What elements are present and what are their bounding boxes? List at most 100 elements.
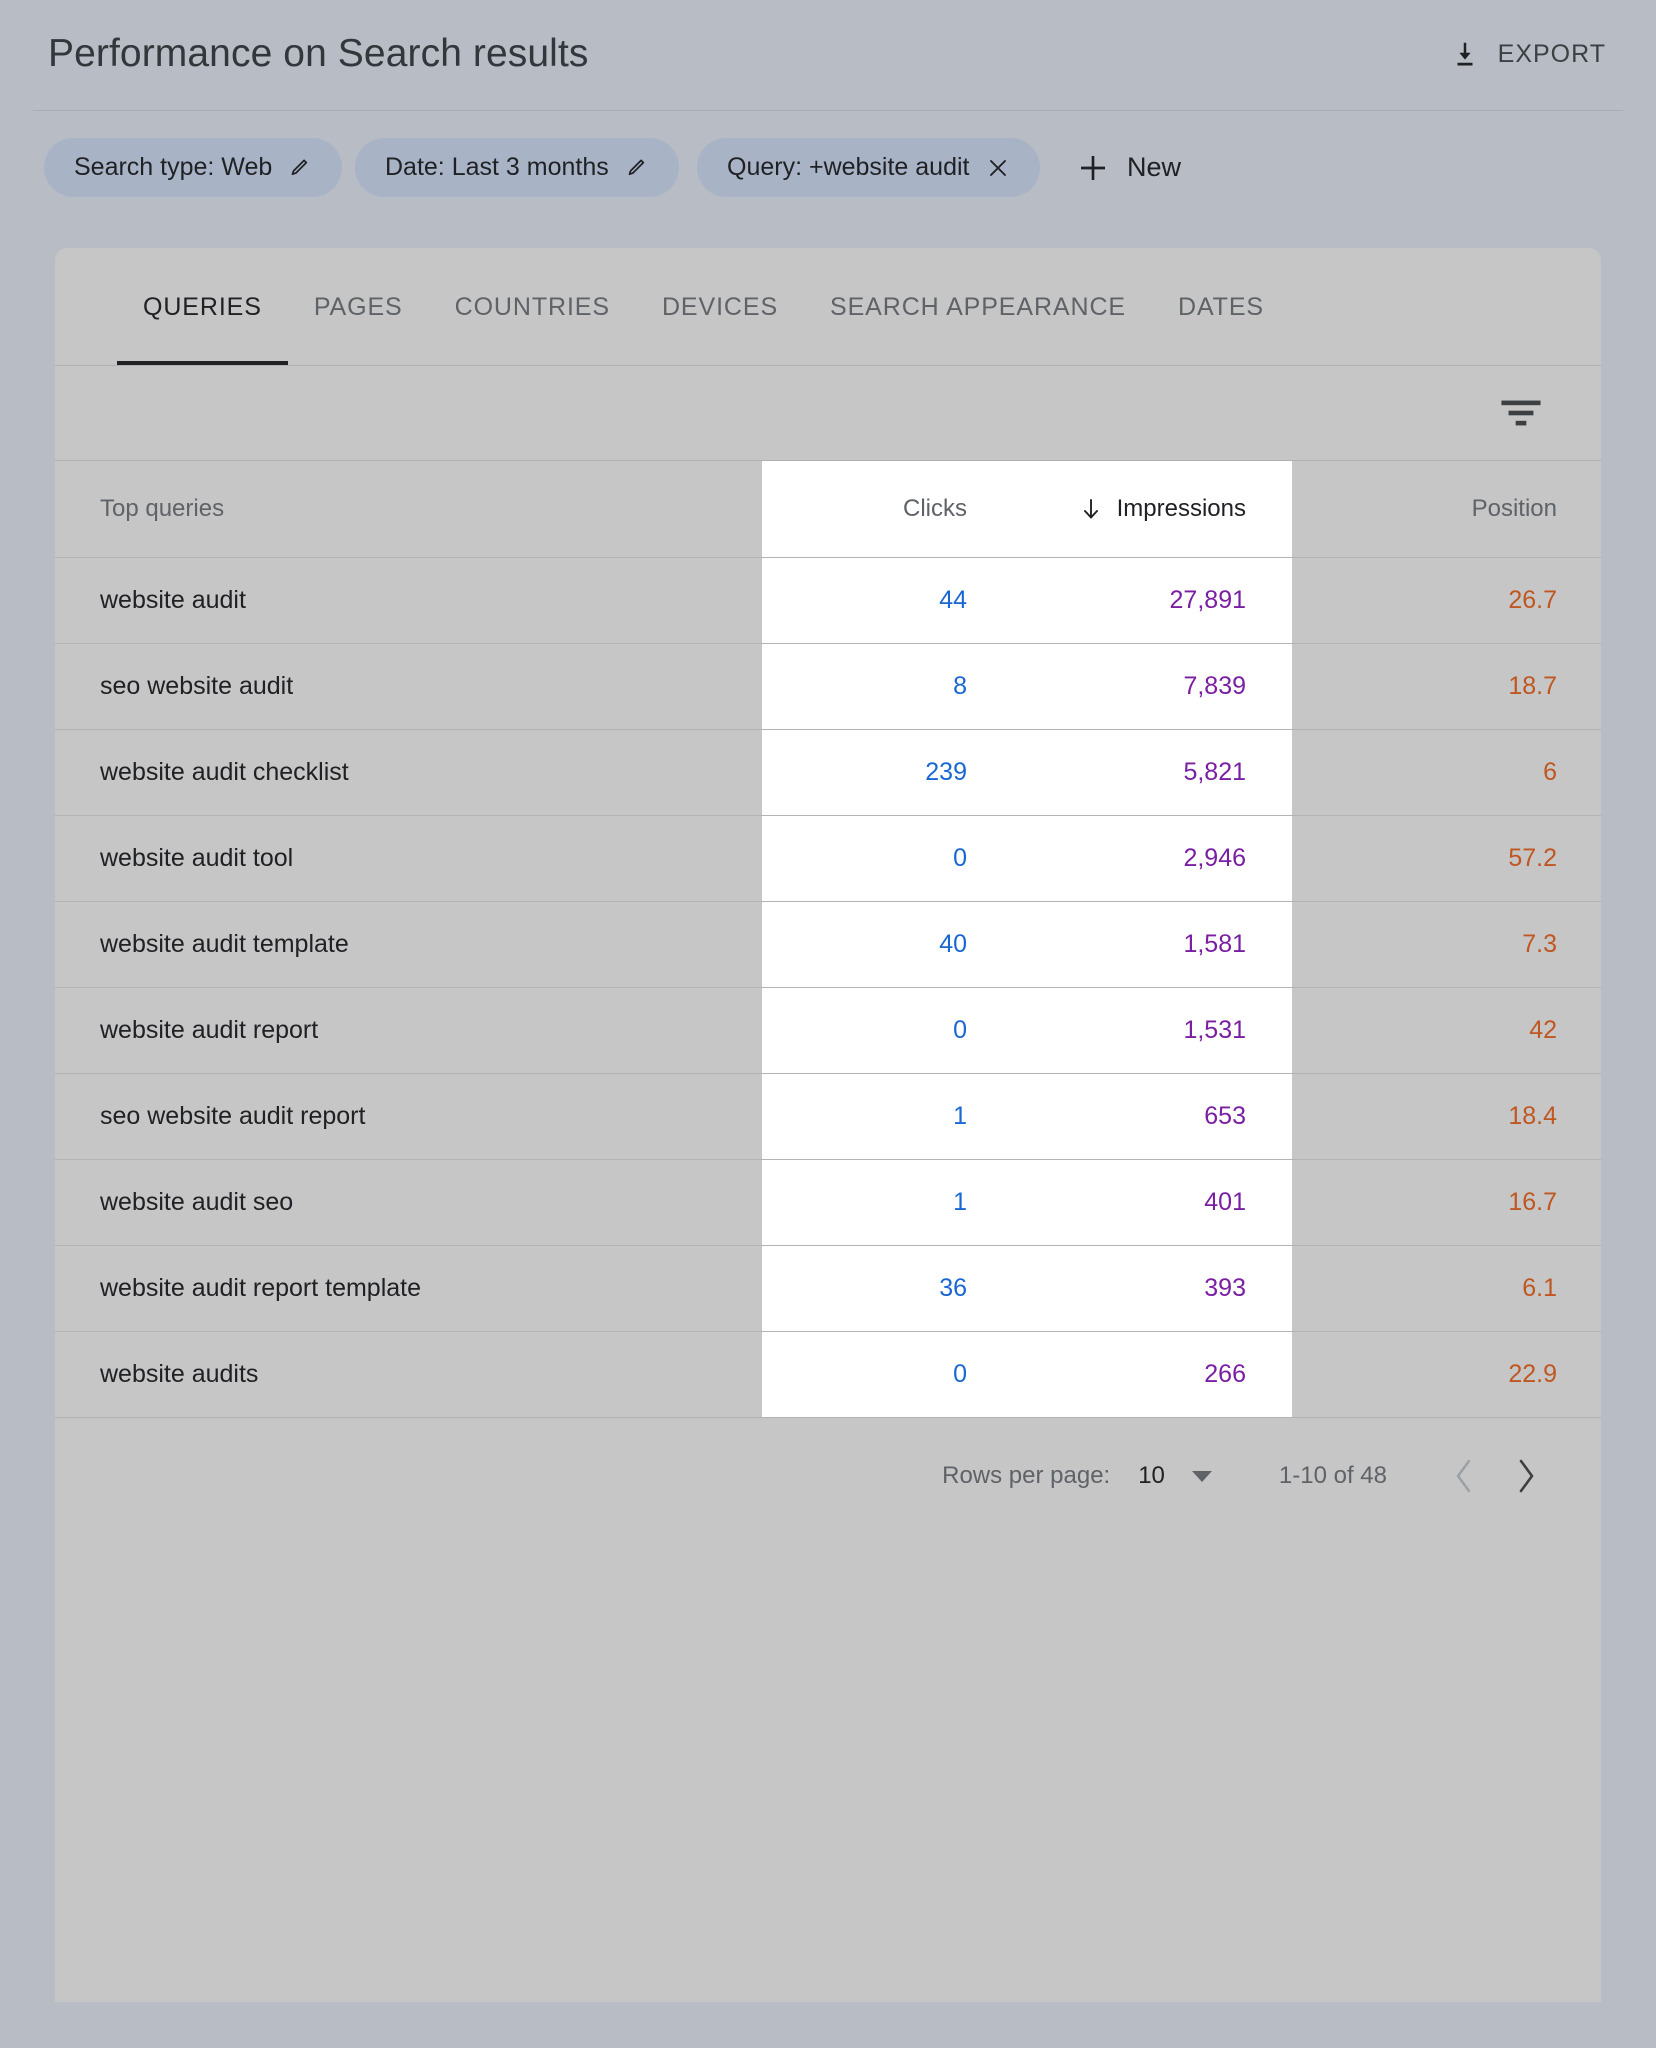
table-body: website audit4427,89126.7seo website aud…	[55, 558, 1601, 1418]
cell-clicks: 36	[777, 1274, 967, 1303]
table-row[interactable]: website audit report template363936.1	[55, 1246, 1601, 1332]
cell-clicks: 8	[777, 672, 967, 701]
filter-chip-date-label: Date: Last 3 months	[385, 153, 609, 182]
cell-impressions: 5,821	[967, 758, 1285, 787]
cell-clicks: 239	[777, 758, 967, 787]
rows-per-page-value: 10	[1138, 1462, 1165, 1490]
tab-bar: QUERIES PAGES COUNTRIES DEVICES SEARCH A…	[55, 248, 1601, 366]
cell-query: website audit report	[55, 1016, 777, 1045]
cell-position: 6.1	[1285, 1274, 1599, 1303]
chevron-down-icon	[1191, 1469, 1213, 1483]
cell-position: 42	[1285, 1016, 1599, 1045]
tab-queries-label: QUERIES	[143, 293, 262, 321]
table-toolbar	[55, 366, 1601, 461]
new-filter-button[interactable]: New	[1063, 138, 1195, 197]
cell-query: website audit tool	[55, 844, 777, 873]
performance-card: QUERIES PAGES COUNTRIES DEVICES SEARCH A…	[55, 248, 1601, 2002]
filter-bar: Search type: Web Date: Last 3 months Que…	[0, 138, 1656, 243]
cell-query: seo website audit	[55, 672, 777, 701]
table-row[interactable]: website audit tool02,94657.2	[55, 816, 1601, 902]
rows-per-page-label: Rows per page:	[942, 1462, 1110, 1490]
download-icon	[1450, 38, 1480, 70]
table-row[interactable]: website audit seo140116.7	[55, 1160, 1601, 1246]
table-row[interactable]: seo website audit report165318.4	[55, 1074, 1601, 1160]
plus-icon	[1077, 152, 1109, 184]
tab-devices[interactable]: DEVICES	[636, 248, 804, 366]
pencil-icon[interactable]	[625, 156, 649, 180]
tab-dates-label: DATES	[1178, 293, 1264, 321]
queries-table: Top queries Clicks Impressions Position …	[55, 461, 1601, 1418]
filter-chip-query[interactable]: Query: +website audit	[697, 138, 1040, 197]
cell-clicks: 0	[777, 1016, 967, 1045]
export-label: EXPORT	[1498, 40, 1606, 69]
cell-position: 6	[1285, 758, 1599, 787]
cell-query: website audit seo	[55, 1188, 777, 1217]
cell-query: seo website audit report	[55, 1102, 777, 1131]
cell-impressions: 2,946	[967, 844, 1285, 873]
cell-impressions: 1,581	[967, 930, 1285, 959]
cell-position: 18.4	[1285, 1102, 1599, 1131]
table-header-row: Top queries Clicks Impressions Position	[55, 461, 1601, 558]
cell-clicks: 1	[777, 1188, 967, 1217]
cell-position: 57.2	[1285, 844, 1599, 873]
chevron-left-icon	[1453, 1458, 1475, 1494]
table-row[interactable]: website audit template401,5817.3	[55, 902, 1601, 988]
cell-query: website audit template	[55, 930, 777, 959]
tab-pages-label: PAGES	[314, 293, 403, 321]
new-filter-label: New	[1127, 152, 1181, 183]
tab-search-appearance-label: SEARCH APPEARANCE	[830, 293, 1126, 321]
cell-position: 18.7	[1285, 672, 1599, 701]
arrow-down-icon	[1079, 496, 1103, 522]
cell-query: website audits	[55, 1360, 777, 1389]
table-row[interactable]: website audit report01,53142	[55, 988, 1601, 1074]
tab-countries-label: COUNTRIES	[455, 293, 610, 321]
cell-query: website audit checklist	[55, 758, 777, 787]
column-header-impressions-label: Impressions	[1117, 495, 1246, 523]
column-header-clicks[interactable]: Clicks	[777, 495, 967, 523]
rows-per-page-select[interactable]: 10	[1134, 1456, 1217, 1496]
page-title: Performance on Search results	[48, 32, 588, 76]
pagination-range-label: 1-10 of 48	[1279, 1462, 1387, 1490]
filter-chip-date[interactable]: Date: Last 3 months	[355, 138, 679, 197]
cell-impressions: 1,531	[967, 1016, 1285, 1045]
next-page-button[interactable]	[1495, 1445, 1557, 1507]
column-header-impressions[interactable]: Impressions	[967, 495, 1285, 523]
pencil-icon[interactable]	[288, 156, 312, 180]
cell-impressions: 401	[967, 1188, 1285, 1217]
tab-queries[interactable]: QUERIES	[117, 248, 288, 366]
filter-list-icon	[1499, 397, 1543, 429]
tab-dates[interactable]: DATES	[1152, 248, 1290, 366]
cell-clicks: 1	[777, 1102, 967, 1131]
header-divider	[33, 110, 1623, 111]
filter-list-button[interactable]	[1491, 389, 1551, 437]
filter-chip-query-label: Query: +website audit	[727, 153, 970, 182]
export-button[interactable]: EXPORT	[1442, 32, 1614, 76]
table-pagination: Rows per page: 10 1-10 of 48	[55, 1418, 1601, 1533]
tab-search-appearance[interactable]: SEARCH APPEARANCE	[804, 248, 1152, 366]
cell-impressions: 7,839	[967, 672, 1285, 701]
column-header-position[interactable]: Position	[1285, 495, 1599, 523]
cell-impressions: 27,891	[967, 586, 1285, 615]
close-icon[interactable]	[986, 156, 1010, 180]
table-row[interactable]: website audit checklist2395,8216	[55, 730, 1601, 816]
table-row[interactable]: website audits026622.9	[55, 1332, 1601, 1418]
cell-impressions: 393	[967, 1274, 1285, 1303]
table-row[interactable]: website audit4427,89126.7	[55, 558, 1601, 644]
cell-clicks: 0	[777, 844, 967, 873]
column-header-top-queries[interactable]: Top queries	[55, 495, 777, 523]
previous-page-button[interactable]	[1433, 1445, 1495, 1507]
cell-clicks: 0	[777, 1360, 967, 1389]
chevron-right-icon	[1515, 1458, 1537, 1494]
cell-position: 16.7	[1285, 1188, 1599, 1217]
tab-countries[interactable]: COUNTRIES	[429, 248, 636, 366]
cell-position: 22.9	[1285, 1360, 1599, 1389]
page-header: Performance on Search results EXPORT	[0, 0, 1656, 138]
tab-pages[interactable]: PAGES	[288, 248, 429, 366]
cell-clicks: 44	[777, 586, 967, 615]
cell-position: 26.7	[1285, 586, 1599, 615]
filter-chip-search-type[interactable]: Search type: Web	[44, 138, 342, 197]
cell-position: 7.3	[1285, 930, 1599, 959]
cell-clicks: 40	[777, 930, 967, 959]
cell-impressions: 653	[967, 1102, 1285, 1131]
table-row[interactable]: seo website audit87,83918.7	[55, 644, 1601, 730]
